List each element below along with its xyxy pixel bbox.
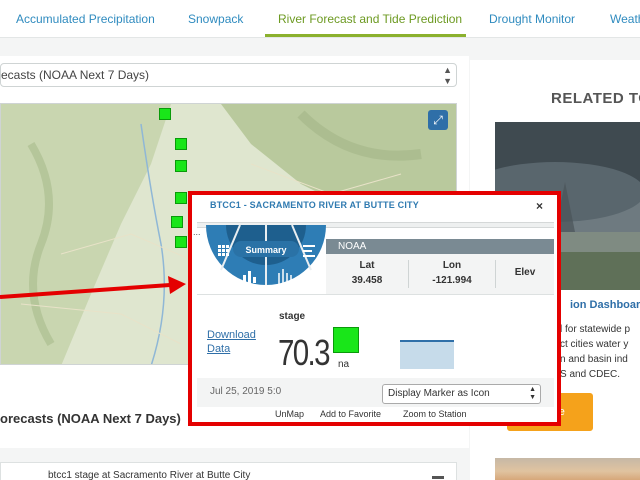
ellipsis-icon[interactable]: ... [193, 227, 201, 237]
elev-label: Elev [514, 267, 536, 278]
lat-column: Lat 39.458 [326, 254, 408, 294]
summary-label: Summary [245, 245, 286, 255]
stage-unit: na [338, 359, 350, 370]
agency-bar: NOAA [326, 239, 554, 254]
download-data-link[interactable]: Download Data [207, 328, 256, 356]
stage-status-marker [333, 327, 359, 353]
add-favorite-link[interactable]: Add to Favorite [320, 409, 381, 419]
lat-label: Lat [359, 260, 375, 271]
marker-select-value: Display Marker as Icon [388, 388, 490, 399]
timestamp: Jul 25, 2019 5:0 [210, 386, 282, 397]
zoom-station-link[interactable]: Zoom to Station [403, 409, 467, 419]
grid-icon [218, 245, 229, 256]
coordinates-panel: Lat 39.458 Lon -121.994 Elev [326, 254, 554, 294]
elev-column: Elev [496, 254, 554, 294]
unmap-link[interactable]: UnMap [275, 409, 304, 419]
stage-label: stage [279, 311, 306, 322]
summary-wheel[interactable]: Summary [205, 225, 327, 297]
stage-value: 70.3 [278, 332, 331, 373]
close-icon[interactable]: × [536, 199, 543, 213]
download-label: Data [207, 343, 231, 355]
lon-column: Lon -121.994 [409, 254, 495, 294]
download-label: Download [207, 329, 256, 341]
select-arrows-icon: ▲ ▼ [529, 386, 536, 401]
marker-display-select[interactable]: Display Marker as Icon ▲ ▼ [382, 384, 541, 404]
stage-gauge [400, 340, 454, 369]
lat-value: 39.458 [351, 275, 383, 286]
lon-label: Lon [442, 260, 462, 271]
lon-value: -121.994 [432, 275, 472, 286]
popup-title: BTCC1 - SACRAMENTO RIVER AT BUTTE CITY [210, 200, 419, 210]
divider [197, 294, 554, 295]
